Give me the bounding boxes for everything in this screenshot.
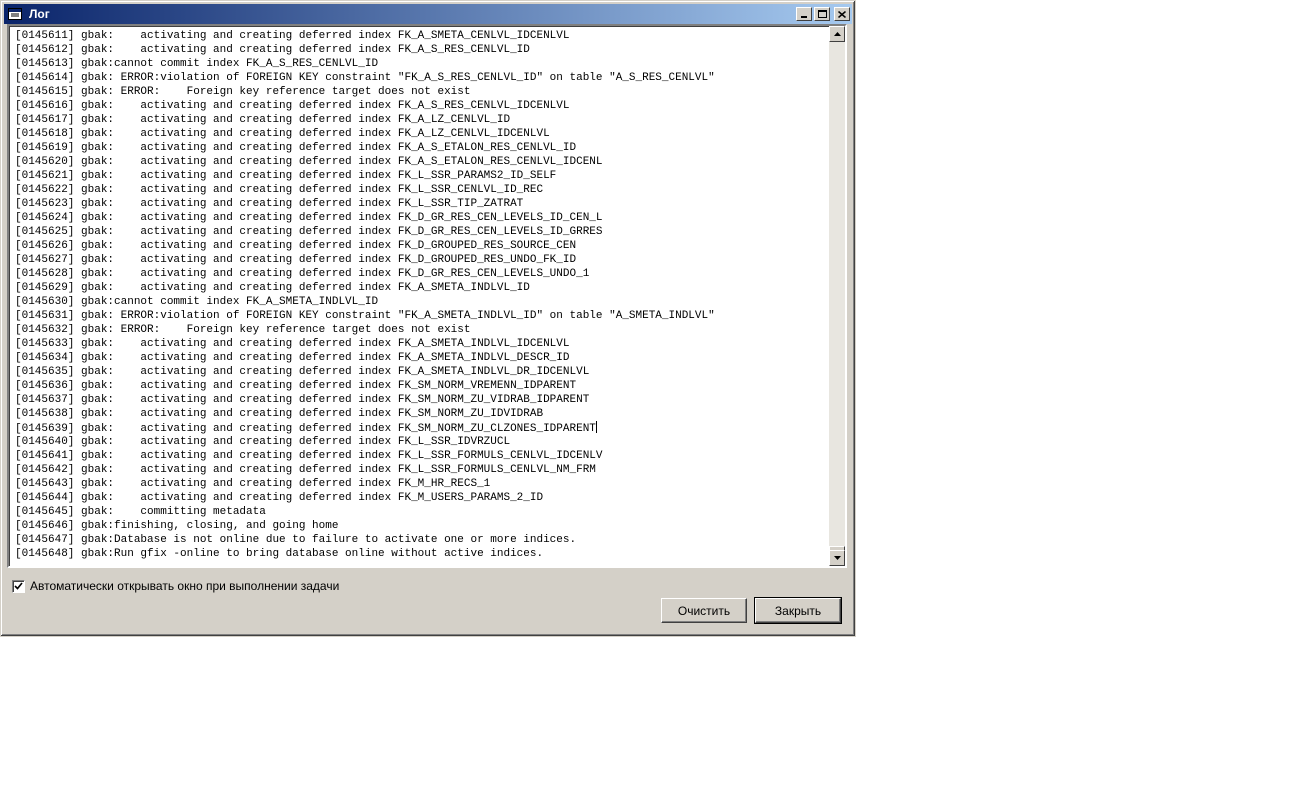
- checkmark-icon: [14, 582, 23, 590]
- log-line: [0145635] gbak: activating and creating …: [15, 366, 590, 378]
- log-line: [0145642] gbak: activating and creating …: [15, 464, 596, 476]
- log-line: [0145618] gbak: activating and creating …: [15, 128, 550, 140]
- auto-open-checkbox[interactable]: [12, 579, 25, 593]
- log-line: [0145620] gbak: activating and creating …: [15, 156, 603, 168]
- log-line: [0145636] gbak: activating and creating …: [15, 380, 577, 392]
- log-line: [0145637] gbak: activating and creating …: [15, 394, 590, 406]
- log-line: [0145638] gbak: activating and creating …: [15, 408, 544, 420]
- log-line: [0145645] gbak: committing metadata: [15, 506, 266, 518]
- scroll-up-button[interactable]: [829, 26, 845, 42]
- close-window-button[interactable]: [834, 7, 850, 21]
- log-line: [0145641] gbak: activating and creating …: [15, 450, 603, 462]
- maximize-icon: [817, 10, 827, 18]
- log-line: [0145628] gbak: activating and creating …: [15, 268, 590, 280]
- auto-open-label: Автоматически открывать окно при выполне…: [30, 579, 340, 593]
- minimize-button[interactable]: [796, 7, 812, 21]
- log-window: Лог [0145611] gbak: activating and creat…: [0, 0, 856, 637]
- arrow-down-icon: [833, 556, 841, 560]
- log-line: [0145611] gbak: activating and creating …: [15, 30, 570, 42]
- log-line: [0145626] gbak: activating and creating …: [15, 240, 577, 252]
- log-line: [0145629] gbak: activating and creating …: [15, 282, 530, 294]
- log-line: [0145630] gbak:cannot commit index FK_A_…: [15, 296, 379, 308]
- log-line: [0145640] gbak: activating and creating …: [15, 436, 511, 448]
- auto-open-option[interactable]: Автоматически открывать окно при выполне…: [12, 579, 339, 593]
- log-line: [0145634] gbak: activating and creating …: [15, 352, 570, 364]
- log-line: [0145612] gbak: activating and creating …: [15, 44, 530, 56]
- log-line: [0145647] gbak:Database is not online du…: [15, 534, 577, 546]
- app-window-icon: [7, 7, 23, 21]
- title-bar[interactable]: Лог: [4, 4, 852, 24]
- log-line: [0145625] gbak: activating and creating …: [15, 226, 603, 238]
- log-line: [0145624] gbak: activating and creating …: [15, 212, 603, 224]
- log-line: [0145627] gbak: activating and creating …: [15, 254, 577, 266]
- log-textarea[interactable]: [0145611] gbak: activating and creating …: [7, 24, 847, 568]
- minimize-icon: [801, 15, 807, 18]
- clear-button[interactable]: Очистить: [661, 598, 747, 623]
- arrow-up-icon: [833, 32, 841, 36]
- log-line: [0145616] gbak: activating and creating …: [15, 100, 570, 112]
- log-line: [0145648] gbak:Run gfix -online to bring…: [15, 548, 544, 560]
- close-icon: [838, 10, 846, 18]
- log-line: [0145621] gbak: activating and creating …: [15, 170, 557, 182]
- close-button[interactable]: Закрыть: [754, 597, 842, 624]
- log-line: [0145639] gbak: activating and creating …: [15, 421, 597, 435]
- scroll-down-button[interactable]: [829, 550, 845, 566]
- log-line: [0145613] gbak:cannot commit index FK_A_…: [15, 58, 379, 70]
- log-line: [0145632] gbak: ERROR: Foreign key refer…: [15, 324, 471, 336]
- log-line: [0145631] gbak: ERROR:violation of FOREI…: [15, 310, 715, 322]
- log-line: [0145617] gbak: activating and creating …: [15, 114, 511, 126]
- vertical-scrollbar[interactable]: [829, 26, 845, 566]
- log-line: [0145614] gbak: ERROR:violation of FOREI…: [15, 72, 715, 84]
- log-line: [0145646] gbak:finishing, closing, and g…: [15, 520, 339, 532]
- log-line: [0145633] gbak: activating and creating …: [15, 338, 570, 350]
- log-line: [0145615] gbak: ERROR: Foreign key refer…: [15, 86, 471, 98]
- text-caret: [595, 421, 597, 433]
- maximize-button[interactable]: [814, 7, 830, 21]
- log-line: [0145644] gbak: activating and creating …: [15, 492, 544, 504]
- log-line: [0145623] gbak: activating and creating …: [15, 198, 524, 210]
- log-content: [0145611] gbak: activating and creating …: [15, 29, 825, 561]
- window-title: Лог: [29, 7, 50, 21]
- log-line: [0145643] gbak: activating and creating …: [15, 478, 491, 490]
- log-line: [0145622] gbak: activating and creating …: [15, 184, 544, 196]
- log-line: [0145619] gbak: activating and creating …: [15, 142, 577, 154]
